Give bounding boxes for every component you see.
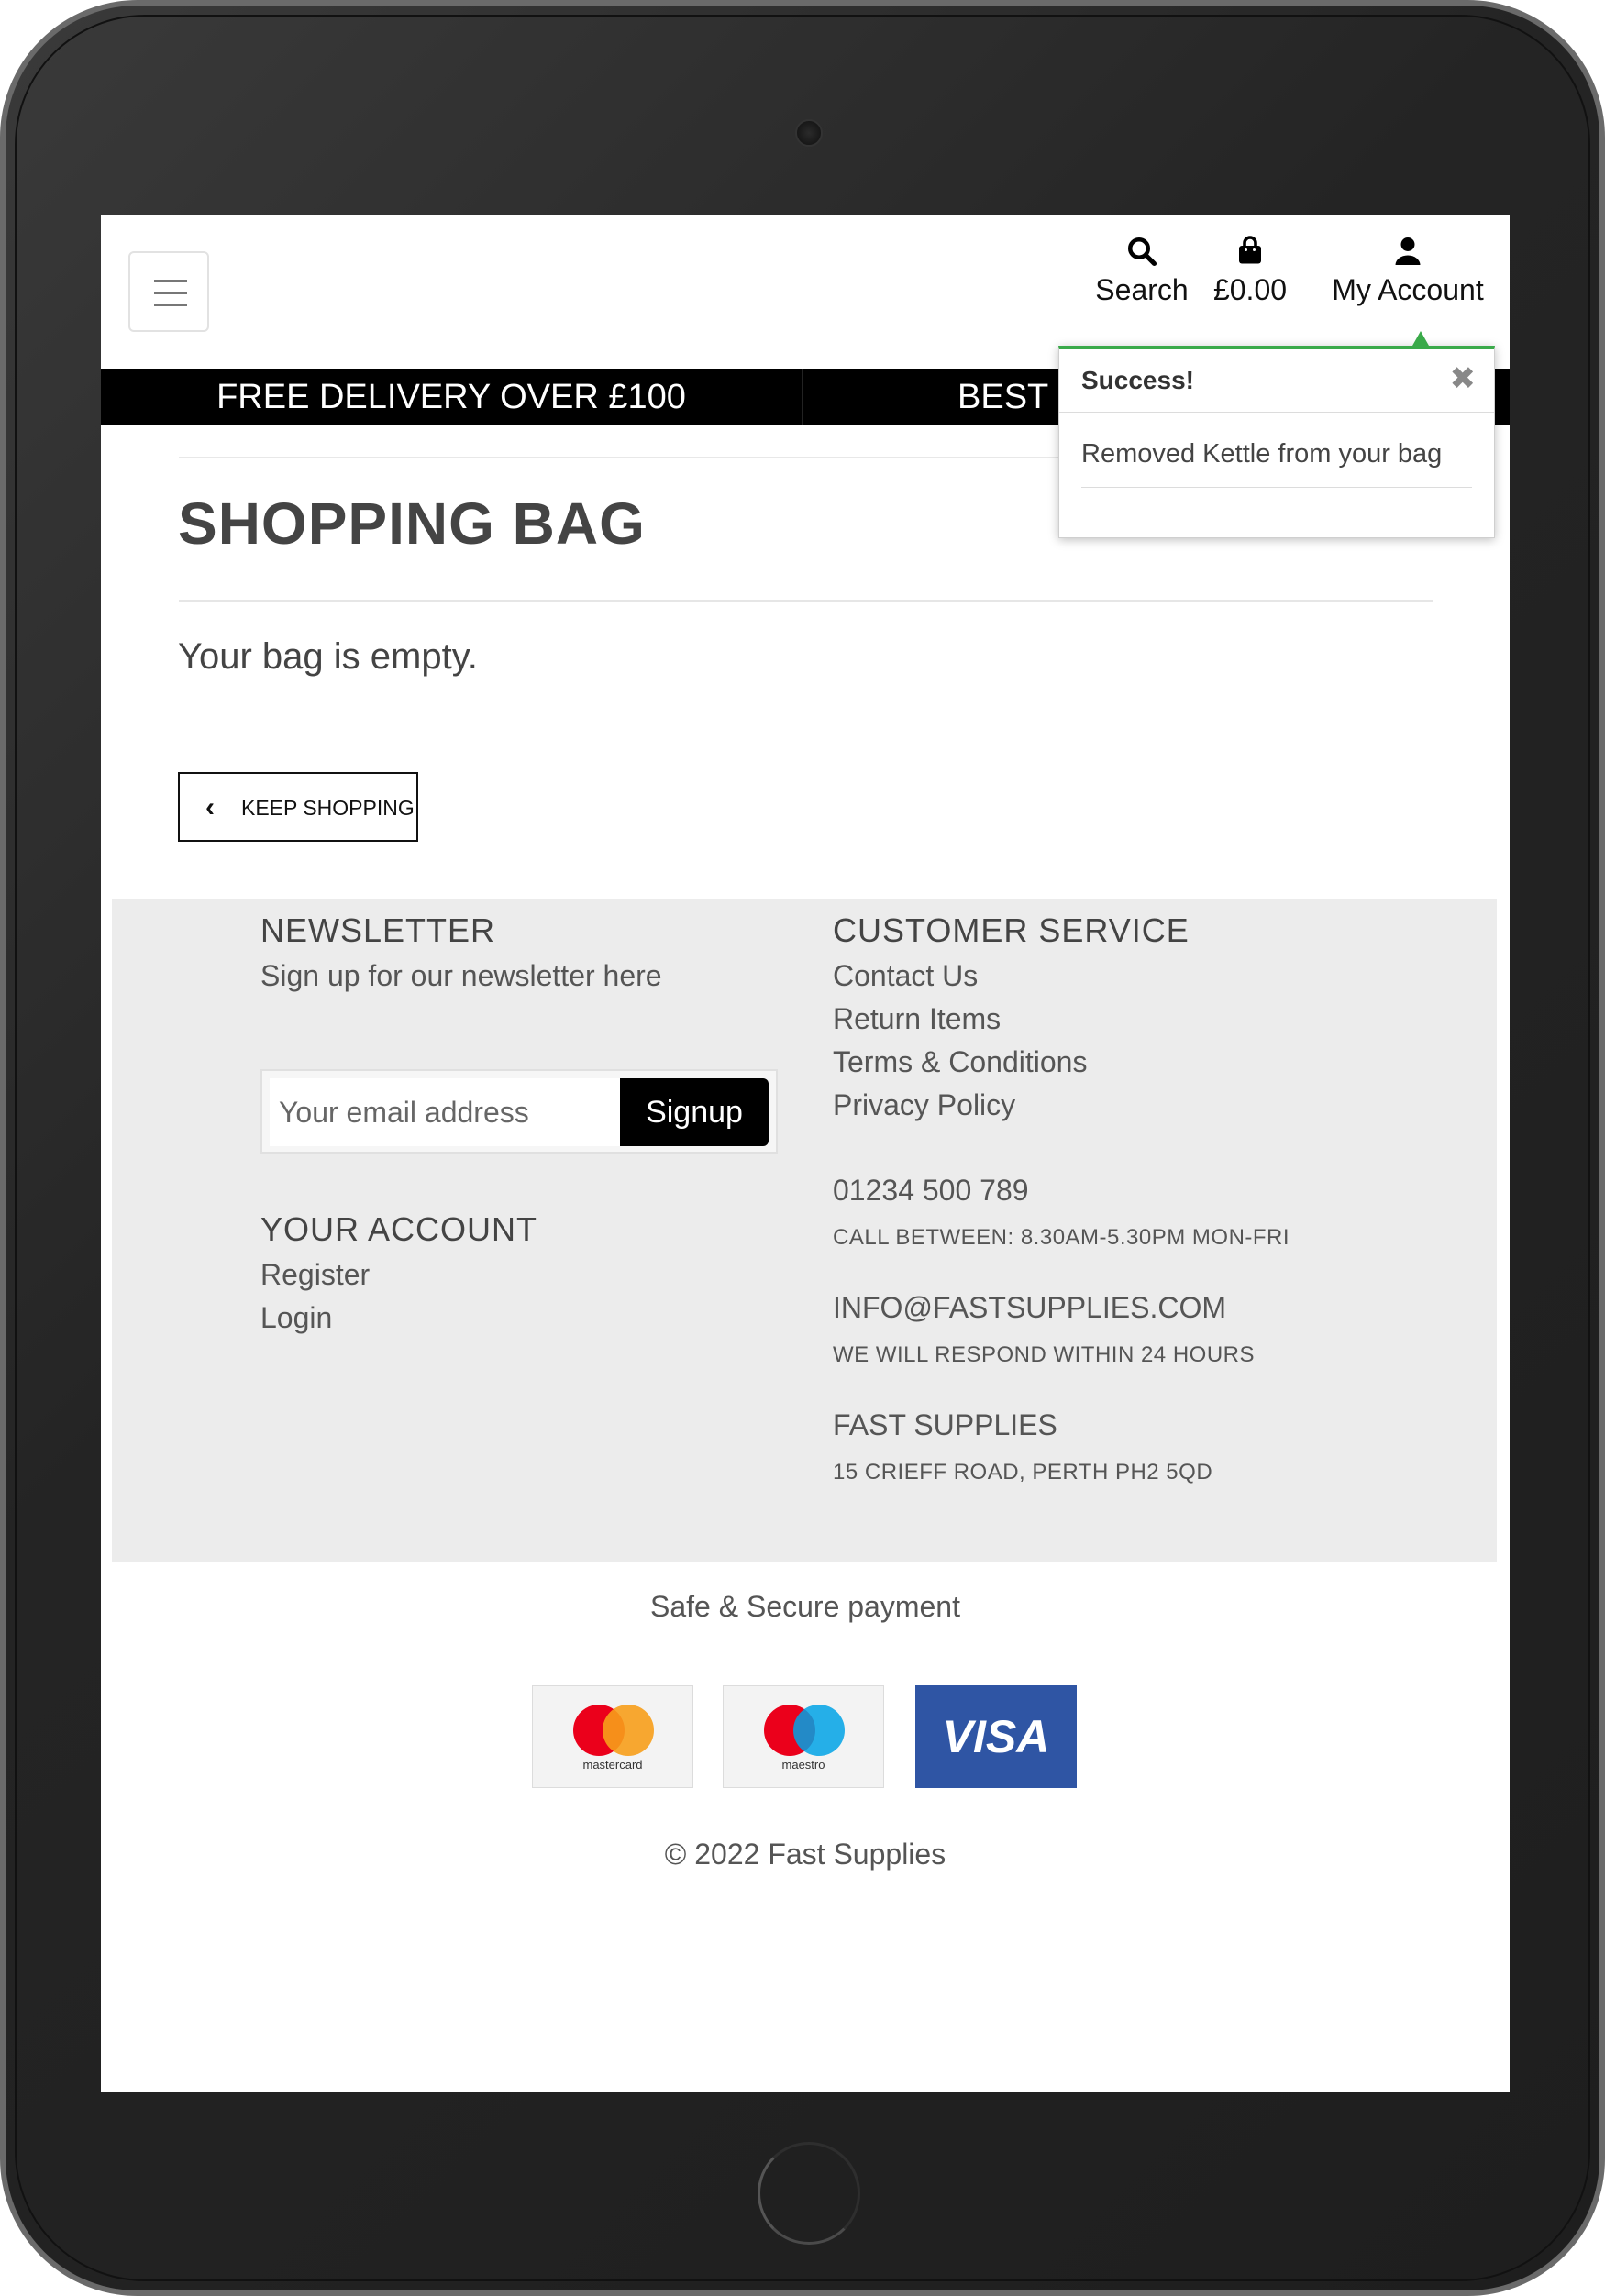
visa-logo: VISA [915,1685,1077,1788]
tablet-frame: Search £0.00 My Account FREE DELIVERY OV… [0,0,1605,2296]
copyright: © 2022 Fast Supplies [664,1838,946,1871]
menu-bar [154,280,187,282]
page-title: SHOPPING BAG [178,491,646,557]
keep-shopping-button[interactable]: ‹ KEEP SHOPPING [178,772,418,842]
toast-divider [1059,412,1494,413]
keep-shopping-label: KEEP SHOPPING [241,796,415,820]
return-items-link[interactable]: Return Items [833,1002,1001,1036]
newsletter-heading: NEWSLETTER [260,911,496,949]
toast-divider [1081,487,1472,488]
empty-bag-message: Your bag is empty. [178,636,478,677]
visa-wordmark: VISA [942,1711,1050,1762]
customer-service-heading: CUSTOMER SERVICE [833,911,1190,949]
contact-us-link[interactable]: Contact Us [833,959,978,993]
maestro-logo: maestro [723,1685,884,1788]
user-icon [1395,237,1421,265]
mastercard-logo: mastercard [532,1685,693,1788]
mastercard-orange-circle [603,1705,654,1756]
toast-pointer [1412,331,1429,346]
privacy-policy-link[interactable]: Privacy Policy [833,1088,1015,1122]
promo-free-delivery: FREE DELIVERY OVER £100 [101,369,803,425]
email-note: WE WILL RESPOND WITHIN 24 HOURS [833,1342,1255,1367]
success-toast: Success! ✖ Removed Kettle from your bag [1058,331,1495,538]
bag-nav-button[interactable]: £0.00 [1190,235,1310,307]
chevron-left-icon: ‹ [205,792,215,822]
toast-message: Removed Kettle from your bag [1081,439,1443,469]
email-input[interactable] [270,1078,620,1146]
mastercard-caption: mastercard [582,1758,643,1772]
search-icon [1128,237,1157,267]
home-button[interactable] [758,2142,860,2245]
maestro-blue-circle [793,1705,845,1756]
phone-note: CALL BETWEEN: 8.30AM-5.30PM MON-FRI [833,1225,1290,1250]
camera-icon [795,119,823,147]
newsletter-form: Signup [260,1069,778,1154]
screen: Search £0.00 My Account FREE DELIVERY OV… [101,215,1510,2092]
menu-bar [154,292,187,294]
your-account-heading: YOUR ACCOUNT [260,1210,538,1248]
footer: NEWSLETTER Sign up for our newsletter he… [112,899,1497,1562]
menu-bar [154,304,187,306]
payment-title: Safe & Secure payment [650,1590,960,1623]
divider [179,600,1433,602]
my-account-nav-button[interactable]: My Account [1312,235,1504,307]
toast-title: Success! [1081,366,1194,394]
login-link[interactable]: Login [260,1301,332,1335]
shopping-bag-icon [1239,236,1261,264]
hamburger-menu-button[interactable] [128,251,209,332]
phone-number[interactable]: 01234 500 789 [833,1174,1029,1208]
terms-link[interactable]: Terms & Conditions [833,1045,1087,1079]
bag-total: £0.00 [1212,273,1288,306]
maestro-caption: maestro [781,1758,825,1772]
register-link[interactable]: Register [260,1258,370,1292]
my-account-label: My Account [1332,273,1484,306]
close-icon[interactable]: ✖ [1450,360,1477,397]
company-name: FAST SUPPLIES [833,1408,1057,1441]
company-address: 15 CRIEFF ROAD, PERTH PH2 5QD [833,1460,1213,1485]
newsletter-text: Sign up for our newsletter here [260,959,662,992]
email-link[interactable]: INFO@FASTSUPPLIES.COM [833,1291,1226,1325]
signup-button[interactable]: Signup [620,1078,769,1146]
